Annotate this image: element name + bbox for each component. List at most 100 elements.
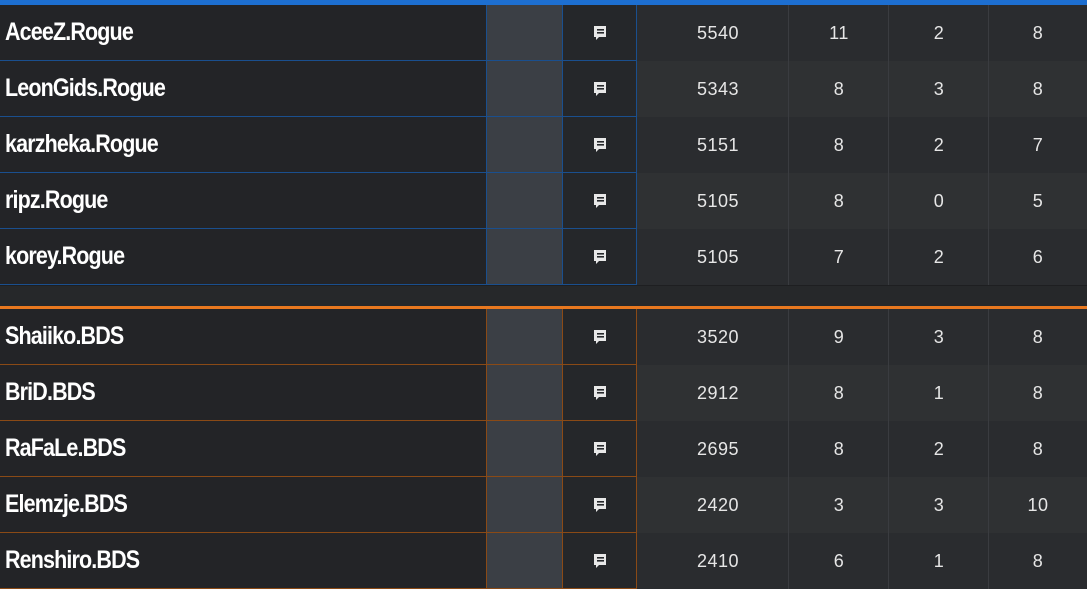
player-name-cell: korey.Rogue [0,229,487,285]
chat-button[interactable] [562,5,637,61]
player-row[interactable]: Shaiiko.BDS 3520 9 3 8 [0,309,1087,365]
score-value: 5540 [696,22,740,43]
chat-bubble-icon [593,497,606,512]
chat-button[interactable] [562,229,637,285]
score-value: 5105 [696,190,740,211]
player-name: Shaiiko.BDS [5,322,124,350]
kills-value: 8 [833,134,845,155]
assists-value: 8 [1032,382,1044,403]
player-row[interactable]: korey.Rogue 5105 7 2 6 [0,229,1087,285]
player-row[interactable]: Elemzje.BDS 2420 3 3 10 [0,477,1087,533]
kills-value: 9 [833,326,845,347]
assists-value: 8 [1032,326,1044,347]
score-value: 2695 [696,438,740,459]
player-name-cell: LeonGids.Rogue [0,61,487,117]
player-avatar-slot [487,173,562,229]
player-name-cell: BriD.BDS [0,365,487,421]
chat-button[interactable] [562,173,637,229]
deaths-value: 2 [933,438,945,459]
chat-bubble-icon [593,553,606,568]
player-name-cell: RaFaLe.BDS [0,421,487,477]
player-avatar-slot [487,533,562,589]
score-value: 2912 [696,382,740,403]
chat-bubble-icon [593,249,606,264]
kills-value: 3 [833,494,845,515]
chat-button[interactable] [562,477,637,533]
score-value: 2420 [696,494,740,515]
player-name-cell: Renshiro.BDS [0,533,487,589]
deaths-value: 2 [933,22,945,43]
chat-button[interactable] [562,117,637,173]
assists-value: 5 [1032,190,1044,211]
player-row[interactable]: karzheka.Rogue 5151 8 2 7 [0,117,1087,173]
chat-button[interactable] [562,309,637,365]
player-name: Renshiro.BDS [5,546,140,574]
player-name: AceeZ.Rogue [5,18,134,46]
assists-value: 6 [1032,246,1044,267]
player-name-cell: AceeZ.Rogue [0,5,487,61]
chat-bubble-icon [593,329,606,344]
kills-value: 11 [829,22,849,43]
player-row[interactable]: ripz.Rogue 5105 8 0 5 [0,173,1087,229]
player-row[interactable]: RaFaLe.BDS 2695 8 2 8 [0,421,1087,477]
player-avatar-slot [487,309,562,365]
assists-value: 8 [1032,78,1044,99]
team-divider [0,286,1087,306]
deaths-value: 1 [933,550,945,571]
score-value: 5105 [696,246,740,267]
player-row[interactable]: AceeZ.Rogue 5540 11 2 8 [0,5,1087,61]
kills-value: 6 [833,550,845,571]
kills-value: 7 [833,246,845,267]
chat-button[interactable] [562,533,637,589]
player-avatar-slot [487,421,562,477]
player-avatar-slot [487,229,562,285]
chat-bubble-icon [593,193,606,208]
deaths-value: 3 [933,326,945,347]
player-name-cell: Shaiiko.BDS [0,309,487,365]
player-avatar-slot [487,61,562,117]
assists-value: 8 [1032,550,1044,571]
chat-bubble-icon [593,385,606,400]
chat-bubble-icon [593,137,606,152]
chat-bubble-icon [593,441,606,456]
player-avatar-slot [487,477,562,533]
chat-button[interactable] [562,61,637,117]
player-avatar-slot [487,117,562,173]
assists-value: 8 [1032,22,1044,43]
player-name: ripz.Rogue [5,186,108,214]
player-name: karzheka.Rogue [5,130,159,158]
deaths-value: 2 [933,246,945,267]
deaths-value: 1 [933,382,945,403]
assists-value: 7 [1032,134,1044,155]
kills-value: 8 [833,78,845,99]
kills-value: 8 [833,190,845,211]
deaths-value: 0 [933,190,945,211]
player-name: RaFaLe.BDS [5,434,126,462]
kills-value: 8 [833,382,845,403]
score-value: 5151 [696,134,740,155]
player-row[interactable]: LeonGids.Rogue 5343 8 3 8 [0,61,1087,117]
player-name-cell: Elemzje.BDS [0,477,487,533]
deaths-value: 3 [933,78,945,99]
player-name: BriD.BDS [5,378,96,406]
chat-button[interactable] [562,421,637,477]
player-name: Elemzje.BDS [5,490,128,518]
player-row[interactable]: Renshiro.BDS 2410 6 1 8 [0,533,1087,589]
assists-value: 8 [1032,438,1044,459]
player-name-cell: ripz.Rogue [0,173,487,229]
player-avatar-slot [487,365,562,421]
assists-value: 10 [1027,494,1049,515]
score-value: 3520 [696,326,740,347]
chat-button[interactable] [562,365,637,421]
player-name: korey.Rogue [5,242,125,270]
deaths-value: 2 [933,134,945,155]
player-name-cell: karzheka.Rogue [0,117,487,173]
deaths-value: 3 [933,494,945,515]
score-value: 5343 [696,78,740,99]
kills-value: 8 [833,438,845,459]
chat-bubble-icon [593,81,606,96]
player-row[interactable]: BriD.BDS 2912 8 1 8 [0,365,1087,421]
chat-bubble-icon [593,25,606,40]
player-avatar-slot [487,5,562,61]
player-name: LeonGids.Rogue [5,74,166,102]
